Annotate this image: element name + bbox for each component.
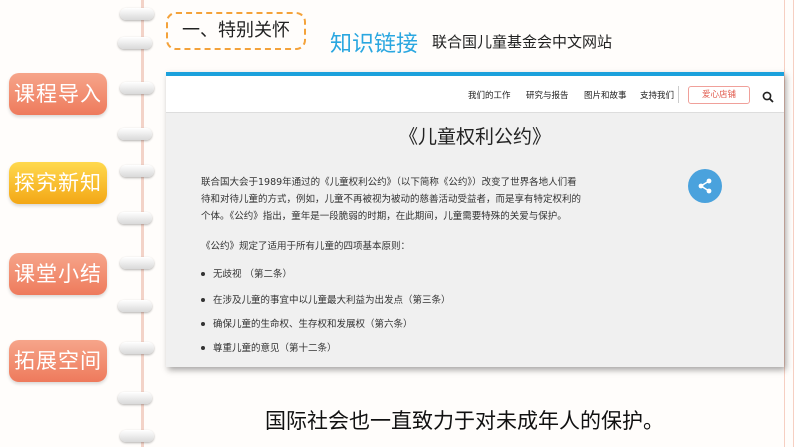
paragraph-line: 个体。《公约》指出，童年是一段脆弱的时期，在此期间，儿童需要特殊的关爱与保护。 — [201, 211, 567, 222]
binder-ring — [120, 165, 154, 177]
paragraph-line: 待和对待儿童的方式，例如，儿童不再被视为被动的慈善活动受益者，而是享有特定权利的 — [201, 194, 582, 205]
principle-item: 确保儿童的生命权、生存权和发展权（第六条） — [213, 319, 413, 330]
nav-link-our-work[interactable]: 我们的工作 — [468, 89, 511, 101]
nav-button-extension[interactable]: 拓展空间 — [9, 340, 107, 382]
shop-button[interactable]: 爱心店铺 — [688, 86, 750, 104]
principles-intro: 《公约》规定了适用于所有儿童的四项基本原则： — [201, 241, 411, 252]
principle-item: 无歧视 （第二条） — [213, 269, 293, 280]
share-button[interactable] — [688, 169, 722, 203]
website-screenshot: 我们的工作 研究与报告 图片和故事 支持我们 爱心店铺 《儿童权利公约》 联合国… — [166, 72, 784, 367]
website-navbar: 我们的工作 研究与报告 图片和故事 支持我们 爱心店铺 — [166, 76, 784, 113]
nav-button-explore-new[interactable]: 探究新知 — [9, 162, 107, 204]
binder-ring — [120, 342, 154, 354]
binder-ring — [118, 37, 152, 49]
knowledge-link-subtitle: 联合国儿童基金会中文网站 — [432, 33, 613, 51]
nav-button-summary[interactable]: 课堂小结 — [9, 253, 107, 295]
nav-link-support[interactable]: 支持我们 — [640, 89, 674, 101]
section-title: 一、特别关怀 — [166, 12, 306, 50]
binder-ring — [118, 392, 152, 404]
nav-link-stories[interactable]: 图片和故事 — [584, 89, 627, 101]
binder-ring — [118, 128, 152, 140]
paragraph-line: 联合国大会于1989年通过的《儿童权利公约》（以下简称《公约》）改变了世界各地人… — [201, 177, 577, 188]
bullet-dot — [201, 298, 205, 302]
bullet-dot — [201, 322, 205, 326]
binder-ring — [118, 300, 152, 312]
binder-ring — [120, 257, 154, 269]
nav-divider — [678, 86, 679, 103]
right-border-rule — [784, 0, 794, 447]
nav-link-research[interactable]: 研究与报告 — [526, 89, 569, 101]
principle-item: 尊重儿童的意见（第十二条） — [213, 343, 337, 354]
article-title: 《儿童权利公约》 — [398, 126, 551, 148]
search-icon[interactable] — [762, 88, 774, 107]
principle-item: 在涉及儿童的事宜中以儿童最大利益为出发点（第三条） — [213, 295, 451, 306]
binder-ring — [120, 8, 154, 20]
binder-ring — [120, 430, 154, 442]
bullet-dot — [201, 346, 205, 350]
binder-ring — [120, 82, 154, 94]
slide-caption: 国际社会也一直致力于对未成年人的保护。 — [265, 409, 664, 433]
binder-ring — [118, 212, 152, 224]
nav-button-course-intro[interactable]: 课程导入 — [9, 73, 107, 115]
knowledge-link-title: 知识链接 — [330, 32, 419, 57]
bullet-dot — [201, 272, 205, 276]
